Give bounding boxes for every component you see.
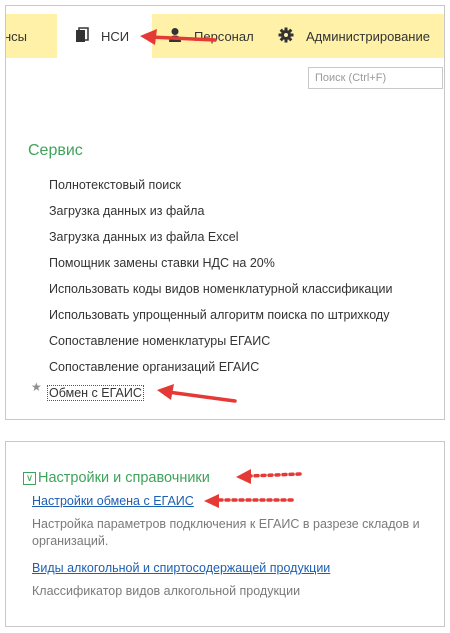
tab-personnel[interactable]: Персонал xyxy=(168,14,254,58)
link-egais-exchange-settings[interactable]: Настройки обмена с ЕГАИС xyxy=(32,494,194,508)
tab-personnel-label: Персонал xyxy=(194,28,254,44)
gear-icon xyxy=(278,27,294,46)
menu-item-fulltext-search[interactable]: Полнотекстовый поиск xyxy=(49,178,181,192)
collapse-chevron-icon[interactable]: ∨ xyxy=(23,472,36,485)
menu-item-classification-codes[interactable]: Использовать коды видов номенклатурной к… xyxy=(49,282,392,296)
tab-administration[interactable]: Администрирование xyxy=(278,14,430,58)
desc-alcohol-product-types: Классификатор видов алкогольной продукци… xyxy=(32,584,301,598)
person-icon xyxy=(168,27,182,46)
books-icon xyxy=(75,26,89,46)
tab-previous-label: нсы xyxy=(5,28,28,44)
link-alcohol-product-types[interactable]: Виды алкогольной и спиртосодержащей прод… xyxy=(32,561,330,575)
tab-previous[interactable]: нсы xyxy=(5,14,28,58)
menu-item-load-from-excel[interactable]: Загрузка данных из файла Excel xyxy=(49,230,238,244)
desc-egais-exchange-settings: Настройка параметров подключения к ЕГАИС… xyxy=(32,517,420,548)
section-tab-bar: нсы НСИ Персонал Администрирование xyxy=(6,14,444,58)
menu-item-egais-organizations-mapping[interactable]: Сопоставление организаций ЕГАИС xyxy=(49,360,259,374)
menu-item-barcode-search[interactable]: Использовать упрощенный алгоритм поиска … xyxy=(49,308,389,322)
tab-administration-label: Администрирование xyxy=(306,28,430,44)
search-input[interactable]: Поиск (Ctrl+F) xyxy=(308,67,443,89)
favorite-star-icon[interactable]: ★ xyxy=(31,380,42,394)
menu-item-vat-rate-assistant[interactable]: Помощник замены ставки НДС на 20% xyxy=(49,256,275,270)
menu-item-egais-nomenclature-mapping[interactable]: Сопоставление номенклатуры ЕГАИС xyxy=(49,334,270,348)
tab-nsi-label: НСИ xyxy=(101,28,130,44)
menu-item-load-from-file[interactable]: Загрузка данных из файла xyxy=(49,204,204,218)
service-section-title: Сервис xyxy=(28,142,83,159)
settings-section-title[interactable]: Настройки и справочники xyxy=(38,470,210,486)
tab-nsi[interactable]: НСИ xyxy=(57,14,152,58)
menu-item-egais-exchange[interactable]: Обмен с ЕГАИС xyxy=(47,385,144,401)
